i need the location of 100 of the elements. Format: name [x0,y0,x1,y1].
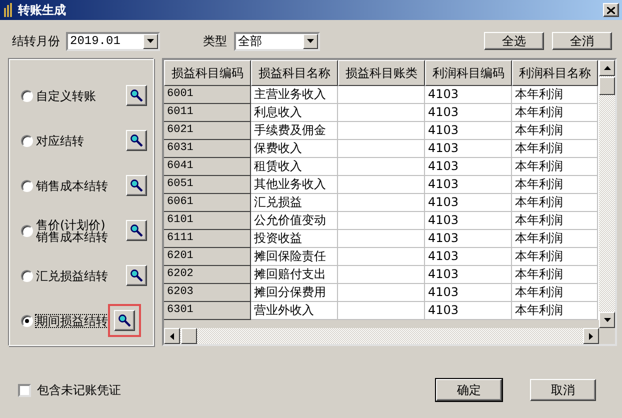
table-cell: 保费收入 [251,140,338,158]
radio-button[interactable] [21,180,33,192]
table-cell: 本年利润 [512,230,598,248]
search-icon [130,269,143,282]
scroll-left-icon[interactable] [164,328,180,344]
table-cell: 4103 [425,86,512,104]
table-cell: 本年利润 [512,158,598,176]
table-cell: 本年利润 [512,212,598,230]
window-title: 转账生成 [18,2,66,18]
option-label[interactable]: 销售成本结转 [36,180,122,192]
search-icon [130,179,143,192]
search-button[interactable] [114,310,135,331]
table-cell: 6111 [164,230,251,248]
table-cell: 4103 [425,122,512,140]
table-cell: 4103 [425,284,512,302]
radio-button[interactable] [21,314,33,326]
table-cell: 本年利润 [512,176,598,194]
table-cell: 其他业务收入 [251,176,338,194]
dialog-button[interactable]: 取消 [530,379,596,401]
scroll-right-icon[interactable] [583,328,599,344]
search-icon [130,89,143,102]
table-cell: 摊回分保费用 [251,284,338,302]
type-dropdown[interactable]: 全部 [234,32,320,50]
table-cell: 公允价值变动 [251,212,338,230]
search-button[interactable] [126,85,147,106]
radio-button[interactable] [21,270,33,282]
scroll-up-icon[interactable] [599,60,615,76]
app-icon [4,3,14,17]
month-label: 结转月份 [12,32,60,50]
table-cell: 营业外收入 [251,302,338,320]
option-label[interactable]: 汇兑损益结转 [36,270,122,282]
table-cell: 6011 [164,104,251,122]
table-cell: 6201 [164,248,251,266]
column-header[interactable]: 损益科目账类 [338,60,425,86]
table-cell: 4103 [425,248,512,266]
dialog-button[interactable]: 确定 [436,379,502,401]
scroll-thumb[interactable] [599,77,615,95]
close-button[interactable] [603,3,619,17]
horizontal-scrollbar[interactable] [164,328,599,344]
table-cell: 4103 [425,266,512,284]
table-cell: 4103 [425,158,512,176]
table-cell: 4103 [425,230,512,248]
table-cell: 本年利润 [512,284,598,302]
table-cell: 6203 [164,284,251,302]
type-label: 类型 [203,32,227,50]
checkbox-label[interactable]: 包含未记账凭证 [37,382,121,398]
toolbar-button[interactable]: 全消 [552,32,612,50]
checkbox[interactable] [18,384,31,396]
radio-button[interactable] [21,90,33,102]
table-cell: 本年利润 [512,302,598,320]
table-cell: 本年利润 [512,140,598,158]
table-cell: 4103 [425,194,512,212]
table-cell: 汇兑损益 [251,194,338,212]
table-cell: 本年利润 [512,86,598,104]
table-cell: 6051 [164,176,251,194]
option-label[interactable]: 售价(计划价) 销售成本结转 [36,218,122,242]
table-cell: 投资收益 [251,230,338,248]
table-cell: 本年利润 [512,248,598,266]
search-icon [130,224,143,237]
table-cell: 6001 [164,86,251,104]
search-button[interactable] [126,220,147,241]
table-cell: 6301 [164,302,251,320]
table-cell: 本年利润 [512,266,598,284]
search-icon [118,314,131,327]
option-label[interactable]: 对应结转 [36,134,122,146]
table-cell: 摊回赔付支出 [251,266,338,284]
scroll-thumb[interactable] [181,328,197,344]
table-cell: 4103 [425,104,512,122]
table-cell: 6101 [164,212,251,230]
table-cell: 6202 [164,266,251,284]
table-cell: 摊回保险责任 [251,248,338,266]
option-label[interactable]: 期间损益结转 [36,314,108,326]
column-header[interactable]: 损益科目名称 [251,60,338,86]
table-cell: 本年利润 [512,104,598,122]
search-button[interactable] [126,265,147,286]
table-cell: 6021 [164,122,251,140]
radio-button[interactable] [21,224,33,236]
table-cell: 利息收入 [251,104,338,122]
table-cell: 手续费及佣金 [251,122,338,140]
radio-button[interactable] [21,134,33,146]
table-cell: 主营业务收入 [251,86,338,104]
table-cell: 6061 [164,194,251,212]
table-cell: 6041 [164,158,251,176]
table-cell: 4103 [425,140,512,158]
close-icon [607,6,615,14]
scroll-down-icon[interactable] [599,312,615,328]
search-button[interactable] [126,175,147,196]
table-cell: 本年利润 [512,194,598,212]
table-cell: 租赁收入 [251,158,338,176]
option-label[interactable]: 自定义转账 [36,90,122,102]
month-dropdown[interactable]: 2019.01 [66,32,160,50]
table-cell: 4103 [425,302,512,320]
column-header[interactable]: 利润科目编码 [425,60,512,86]
table-cell: 4103 [425,176,512,194]
column-header[interactable]: 利润科目名称 [512,60,598,86]
search-button[interactable] [126,130,147,151]
table-cell: 4103 [425,212,512,230]
vertical-scrollbar[interactable] [599,60,615,328]
column-header[interactable]: 损益科目编码 [164,60,251,86]
toolbar-button[interactable]: 全选 [484,32,544,50]
